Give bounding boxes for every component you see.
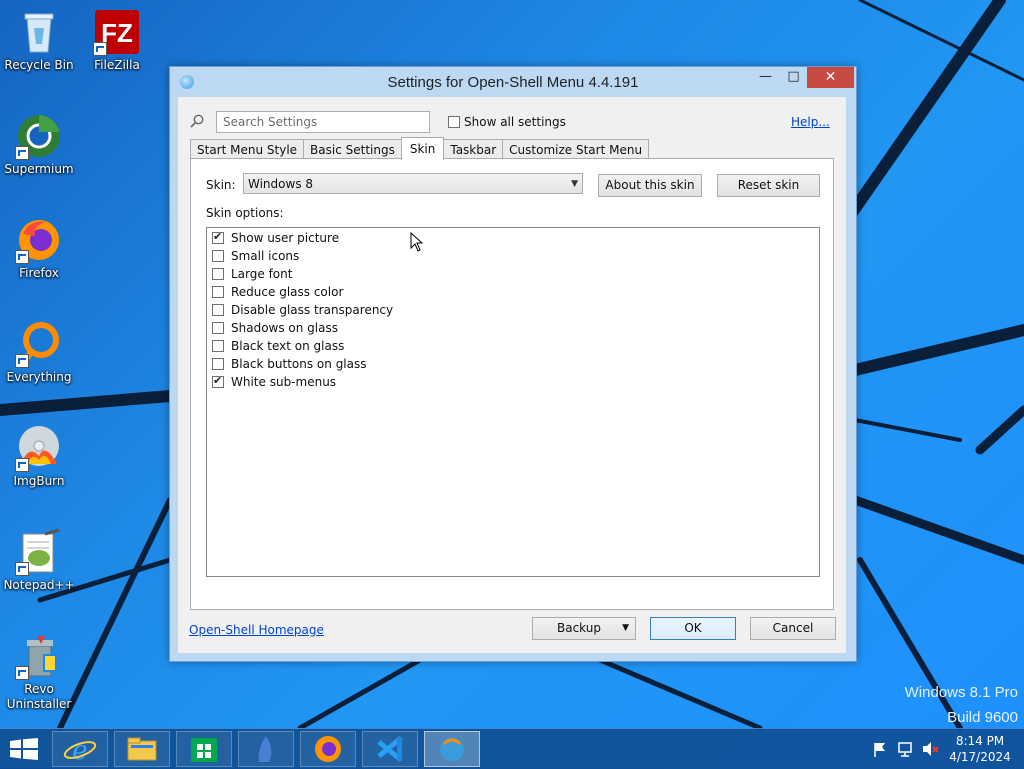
- option-checkbox[interactable]: [212, 358, 224, 370]
- shortcut-arrow-icon: [15, 354, 29, 368]
- desktop-icon-everything[interactable]: Everything: [0, 320, 78, 385]
- reset-skin-button[interactable]: Reset skin: [717, 174, 820, 197]
- desktop-icon-filezilla[interactable]: FZ FileZilla: [78, 8, 156, 73]
- skin-dropdown-value: Windows 8: [248, 177, 314, 191]
- everything-search-icon: [15, 320, 63, 368]
- skin-options-list[interactable]: Show user picture Small icons Large font…: [206, 227, 820, 577]
- internet-explorer-icon: e: [63, 736, 97, 766]
- skin-tab-panel: Skin: Windows 8 ▼ About this skin Reset …: [190, 158, 834, 610]
- chevron-down-icon: ▼: [571, 179, 578, 189]
- taskbar-clock[interactable]: 8:14 PM 4/17/2024: [940, 733, 1020, 765]
- folder-icon: [127, 737, 157, 761]
- option-show-user-picture[interactable]: Show user picture: [212, 229, 339, 247]
- filezilla-icon: FZ: [93, 8, 141, 56]
- option-checkbox-checked[interactable]: [212, 230, 224, 244]
- option-small-icons[interactable]: Small icons: [212, 247, 299, 265]
- shortcut-arrow-icon: [15, 146, 29, 160]
- firefox-icon: [315, 736, 341, 762]
- shortcut-arrow-icon: [15, 250, 29, 264]
- option-checkbox[interactable]: [212, 268, 224, 280]
- windows-start-icon[interactable]: [10, 738, 38, 760]
- store-icon: [191, 738, 217, 762]
- search-input[interactable]: [216, 111, 430, 133]
- app-icon: [258, 736, 272, 762]
- title-bar[interactable]: Settings for Open-Shell Menu 4.4.191 — □…: [170, 67, 856, 97]
- volume-muted-icon[interactable]: [921, 739, 941, 759]
- shortcut-arrow-icon: [93, 42, 107, 56]
- taskbar-internet-explorer[interactable]: e: [52, 731, 108, 767]
- shortcut-arrow-icon: [15, 562, 29, 576]
- option-checkbox[interactable]: [212, 250, 224, 262]
- svg-text:e: e: [72, 736, 87, 766]
- tab-taskbar[interactable]: Taskbar: [443, 139, 504, 160]
- taskbar-store[interactable]: [176, 731, 232, 767]
- close-button[interactable]: ✕: [807, 67, 854, 88]
- clock-date: 4/17/2024: [949, 750, 1011, 764]
- taskbar-vscode[interactable]: [362, 731, 418, 767]
- tab-strip: Start Menu Style Basic Settings Skin Tas…: [190, 137, 650, 160]
- window-client-area: Show all settings Help... Start Menu Sty…: [178, 97, 846, 653]
- cancel-button[interactable]: Cancel: [750, 617, 836, 640]
- settings-window: Settings for Open-Shell Menu 4.4.191 — □…: [169, 66, 857, 662]
- windows-edition-text: Windows 8.1 Pro: [904, 684, 1018, 701]
- option-black-buttons-on-glass[interactable]: Black buttons on glass: [212, 355, 367, 373]
- minimize-button[interactable]: —: [752, 67, 779, 88]
- open-shell-homepage-link[interactable]: Open-Shell Homepage: [189, 623, 324, 637]
- desktop-icon-imgburn[interactable]: ImgBurn: [0, 424, 78, 489]
- taskbar-app[interactable]: [238, 731, 294, 767]
- windows-build-text: Build 9600: [947, 709, 1018, 726]
- desktop-icon-notepadpp[interactable]: Notepad++: [0, 528, 78, 593]
- option-checkbox[interactable]: [212, 286, 224, 298]
- desktop-icon-supermium[interactable]: Supermium: [0, 112, 78, 177]
- about-skin-button[interactable]: About this skin: [598, 174, 702, 197]
- option-reduce-glass-color[interactable]: Reduce glass color: [212, 283, 343, 301]
- option-checkbox[interactable]: [212, 322, 224, 334]
- mouse-cursor-icon: [410, 232, 424, 252]
- taskbar-file-explorer[interactable]: [114, 731, 170, 767]
- show-all-settings-checkbox[interactable]: Show all settings: [448, 115, 566, 129]
- option-large-font[interactable]: Large font: [212, 265, 292, 283]
- taskbar: e 8:14 PM 4/17/2024: [0, 728, 1024, 769]
- backup-label: Backup: [557, 621, 601, 635]
- clock-time: 8:14 PM: [955, 734, 1005, 748]
- skin-label: Skin:: [206, 178, 236, 192]
- desktop-icon-recycle-bin[interactable]: Recycle Bin: [0, 8, 78, 73]
- revo-uninstaller-icon: [15, 632, 63, 680]
- firefox-icon: [15, 216, 63, 264]
- option-disable-glass-transparency[interactable]: Disable glass transparency: [212, 301, 393, 319]
- option-checkbox[interactable]: [212, 340, 224, 352]
- tab-basic-settings[interactable]: Basic Settings: [303, 139, 402, 160]
- option-white-sub-menus[interactable]: White sub-menus: [212, 373, 336, 391]
- notepadpp-icon: [15, 528, 63, 576]
- backup-button[interactable]: Backup ▼: [532, 617, 636, 640]
- tab-customize-start-menu[interactable]: Customize Start Menu: [502, 139, 650, 160]
- desktop-icon-revo-uninstaller[interactable]: Revo Uninstaller: [0, 632, 78, 712]
- maximize-button[interactable]: □: [780, 67, 807, 88]
- action-center-flag-icon[interactable]: [872, 739, 888, 759]
- network-icon[interactable]: [897, 739, 915, 759]
- shortcut-arrow-icon: [15, 458, 29, 472]
- help-link[interactable]: Help...: [791, 115, 830, 129]
- option-checkbox[interactable]: [212, 304, 224, 316]
- recycle-bin-icon: [15, 8, 63, 56]
- imgburn-disc-icon: [15, 424, 63, 472]
- dropdown-arrow-icon: ▼: [622, 623, 629, 633]
- search-icon: [190, 114, 204, 128]
- tab-skin[interactable]: Skin: [400, 137, 445, 160]
- taskbar-open-shell-settings[interactable]: [424, 731, 480, 767]
- desktop-icon-firefox[interactable]: Firefox: [0, 216, 78, 281]
- option-shadows-on-glass[interactable]: Shadows on glass: [212, 319, 338, 337]
- option-black-text-on-glass[interactable]: Black text on glass: [212, 337, 344, 355]
- skin-dropdown[interactable]: Windows 8 ▼: [243, 173, 583, 194]
- option-checkbox-checked[interactable]: [212, 374, 224, 388]
- taskbar-firefox[interactable]: [300, 731, 356, 767]
- open-shell-icon: [440, 737, 464, 761]
- vscode-icon: [377, 736, 403, 762]
- show-all-settings-check[interactable]: [448, 116, 460, 128]
- supermium-icon: [15, 112, 63, 160]
- ok-button[interactable]: OK: [650, 617, 736, 640]
- tab-start-menu-style[interactable]: Start Menu Style: [190, 139, 305, 160]
- shortcut-arrow-icon: [15, 666, 29, 680]
- skin-options-label: Skin options:: [206, 206, 284, 220]
